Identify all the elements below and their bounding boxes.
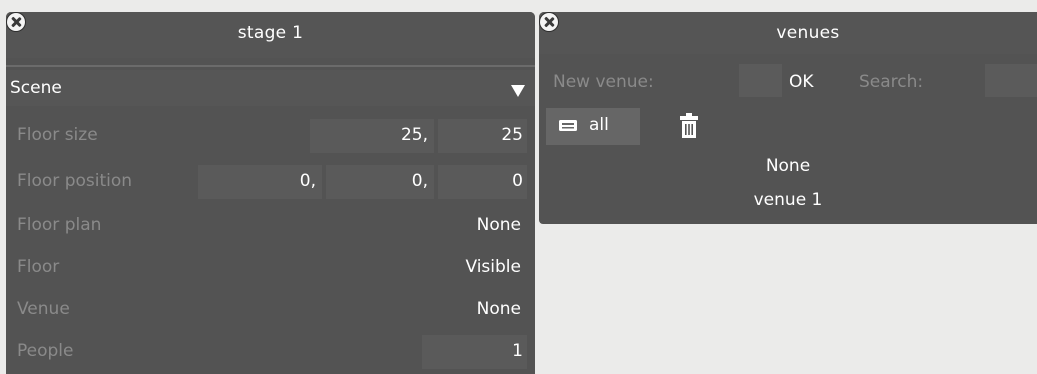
venue-list-item[interactable]: None (539, 156, 1037, 176)
scene-section-label: Scene (10, 78, 62, 98)
venue-row[interactable]: Venue None (6, 290, 535, 330)
floor-plan-row[interactable]: Floor plan None (6, 206, 535, 246)
search-label: Search: (859, 72, 924, 92)
new-venue-label: New venue: (553, 72, 654, 92)
floor-position-x-field[interactable]: 0, (198, 165, 322, 199)
floor-label: Floor (17, 257, 60, 277)
stage-titlebar[interactable]: stage 1 (6, 12, 535, 58)
floor-position-y-value: 0, (411, 171, 428, 191)
people-row: People 1 (6, 332, 535, 372)
venues-titlebar[interactable]: venues (539, 12, 1037, 54)
floor-size-y-value: 25 (501, 125, 523, 145)
ok-button[interactable]: OK (789, 72, 814, 92)
floor-plan-label: Floor plan (17, 215, 102, 235)
divider (6, 65, 535, 67)
floor-size-x-field[interactable]: 25, (310, 119, 434, 153)
venue-label: Venue (17, 299, 70, 319)
floor-position-x-value: 0, (299, 171, 316, 191)
people-field[interactable]: 1 (422, 335, 527, 369)
new-venue-input[interactable] (739, 64, 782, 97)
stage-title: stage 1 (237, 23, 304, 43)
floor-size-x-value: 25, (400, 125, 428, 145)
stage-panel: stage 1 Scene Floor size 25, 25 Floor po… (6, 12, 535, 374)
floor-size-label: Floor size (17, 125, 98, 145)
dropdown-caret-icon[interactable] (511, 85, 525, 97)
floor-position-y-field[interactable]: 0, (326, 165, 434, 199)
venue-list-item[interactable]: venue 1 (539, 190, 1037, 210)
floor-visibility-value[interactable]: Visible (465, 257, 521, 277)
floor-row[interactable]: Floor Visible (6, 248, 535, 288)
floor-plan-value[interactable]: None (477, 215, 521, 235)
close-icon[interactable] (540, 13, 558, 31)
venues-panel: venues New venue: OK Search: all None ve… (539, 12, 1037, 224)
venue-value[interactable]: None (477, 299, 521, 319)
trash-icon[interactable] (679, 113, 699, 139)
floor-position-z-value: 0 (512, 171, 523, 191)
floor-position-z-field[interactable]: 0 (438, 165, 527, 199)
people-label: People (17, 341, 74, 361)
floor-position-row: Floor position 0, 0, 0 (6, 162, 535, 202)
floor-position-label: Floor position (17, 171, 133, 191)
all-label: all (589, 115, 609, 135)
floor-size-row: Floor size 25, 25 (6, 116, 535, 156)
scene-section-header[interactable]: Scene (6, 70, 535, 106)
people-value: 1 (512, 341, 523, 361)
venues-title: venues (776, 23, 840, 43)
floor-size-y-field[interactable]: 25 (438, 119, 527, 153)
device-icon (559, 120, 577, 131)
search-input[interactable] (985, 64, 1037, 97)
all-button[interactable]: all (546, 108, 640, 145)
